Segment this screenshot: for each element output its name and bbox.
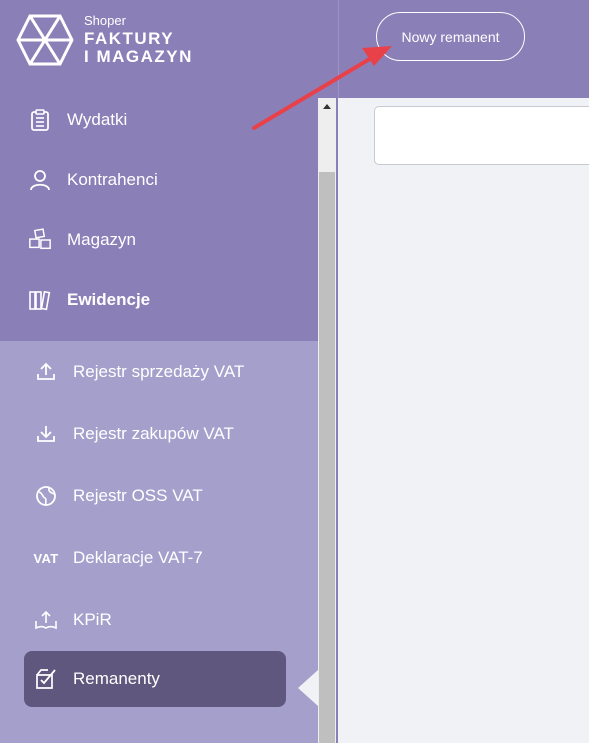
nav-item-kontrahenci[interactable]: Kontrahenci	[0, 150, 318, 210]
subnav-item-rejestr-oss[interactable]: Rejestr OSS VAT	[0, 465, 318, 527]
ewidencje-subnav: Rejestr sprzedaży VAT Rejestr zakupów VA…	[0, 341, 318, 743]
download-icon	[33, 421, 59, 447]
upload-icon	[33, 359, 59, 385]
subnav-item-kpir[interactable]: KPiR	[0, 589, 318, 651]
nav-label: Wydatki	[67, 110, 128, 129]
nav-item-magazyn[interactable]: Magazyn	[0, 210, 318, 270]
nav-item-ewidencje[interactable]: Ewidencje	[0, 270, 318, 330]
boxes-icon	[28, 228, 52, 252]
subnav-item-deklaracje[interactable]: VAT Deklaracje VAT-7	[0, 527, 318, 589]
page-header: Nowy remanent	[338, 0, 589, 98]
subnav-label: KPiR	[73, 610, 112, 629]
nav-label: Ewidencje	[67, 290, 151, 309]
logo-line1: FAKTURY	[84, 29, 175, 48]
clipboard-icon	[28, 108, 52, 132]
sidebar: Shoper FAKTURY I MAGAZYN Wydatki Kontrah…	[0, 0, 338, 743]
user-icon	[28, 168, 52, 192]
globe-icon	[33, 483, 59, 509]
vat-icon: VAT	[33, 550, 59, 566]
scroll-up-icon[interactable]	[323, 104, 331, 109]
checkbox-box-icon	[33, 666, 59, 692]
subnav-label: Remanenty	[73, 669, 160, 688]
subnav-item-remanenty[interactable]: Remanenty	[24, 651, 286, 707]
logo-hexagon-icon	[16, 14, 74, 66]
books-icon	[28, 288, 52, 312]
subnav-label: Rejestr sprzedaży VAT	[73, 362, 245, 381]
logo-line2: I MAGAZYN	[84, 47, 193, 66]
logo-brand: Shoper	[84, 13, 126, 28]
subnav-item-rejestr-zakupow[interactable]: Rejestr zakupów VAT	[0, 403, 318, 465]
nav-label: Kontrahenci	[67, 170, 158, 189]
nav-label: Magazyn	[67, 230, 136, 249]
nav-item-wydatki[interactable]: Wydatki	[0, 90, 318, 150]
active-pointer	[298, 670, 318, 706]
subnav-label: Rejestr zakupów VAT	[73, 424, 234, 443]
subnav-item-rejestr-sprzedazy[interactable]: Rejestr sprzedaży VAT	[0, 341, 318, 403]
content-card	[374, 106, 589, 165]
sidebar-scrollbar[interactable]	[318, 98, 336, 743]
scroll-thumb[interactable]	[319, 172, 335, 743]
book-upload-icon	[33, 607, 59, 633]
main-nav: Wydatki Kontrahenci Magazyn Ewidencje	[0, 90, 318, 330]
logo[interactable]: Shoper FAKTURY I MAGAZYN	[16, 14, 193, 66]
new-inventory-button[interactable]: Nowy remanent	[376, 12, 525, 61]
subnav-label: Rejestr OSS VAT	[73, 486, 203, 505]
subnav-label: Deklaracje VAT-7	[73, 548, 203, 567]
